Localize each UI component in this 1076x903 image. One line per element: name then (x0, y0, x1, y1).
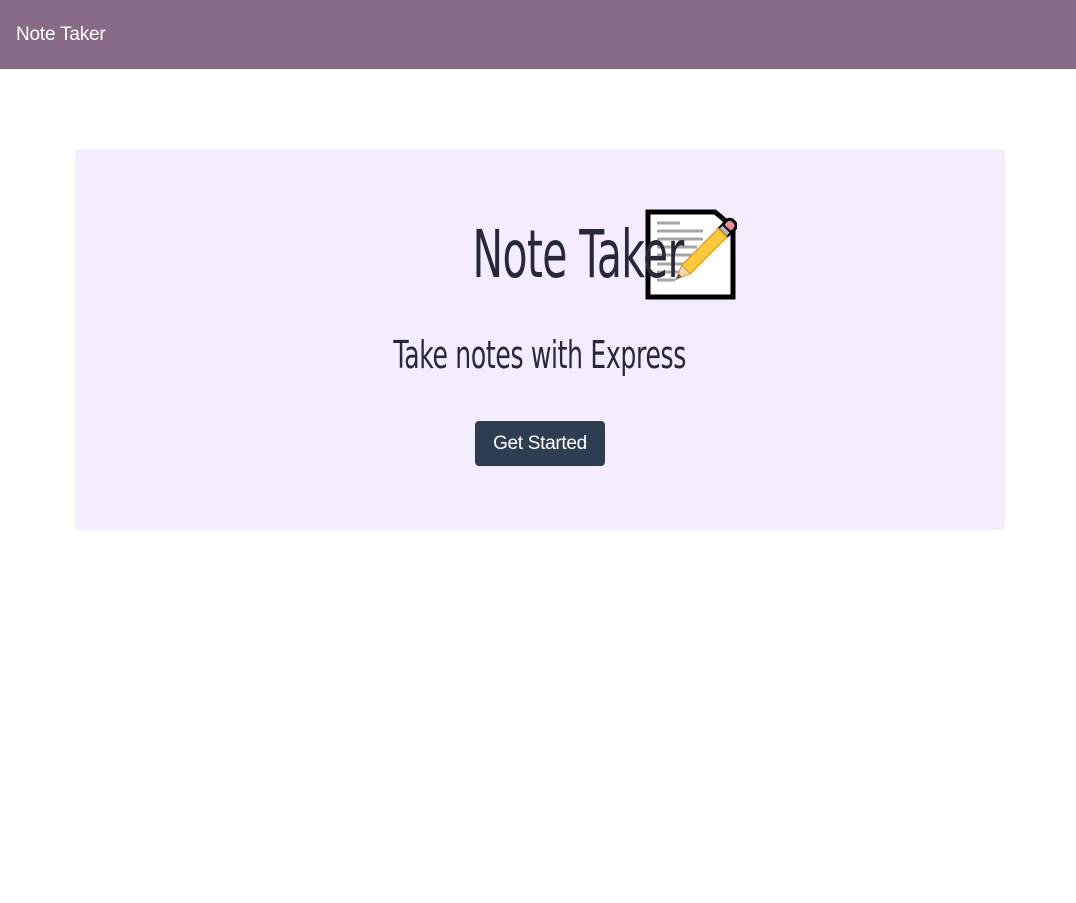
hero-title: Note Taker (75, 207, 1005, 302)
hero-jumbotron: Note Taker Take notes with Express Get S… (75, 149, 1005, 530)
hero-subtitle: Take notes with Express (75, 333, 1005, 377)
hero-subtitle-text: Take notes with Express (393, 333, 687, 377)
hero-title-text: Note Taker (472, 216, 684, 293)
navbar-brand-link[interactable]: Note Taker (16, 24, 106, 46)
navbar: Note Taker (0, 0, 1076, 69)
get-started-button[interactable]: Get Started (475, 421, 605, 466)
